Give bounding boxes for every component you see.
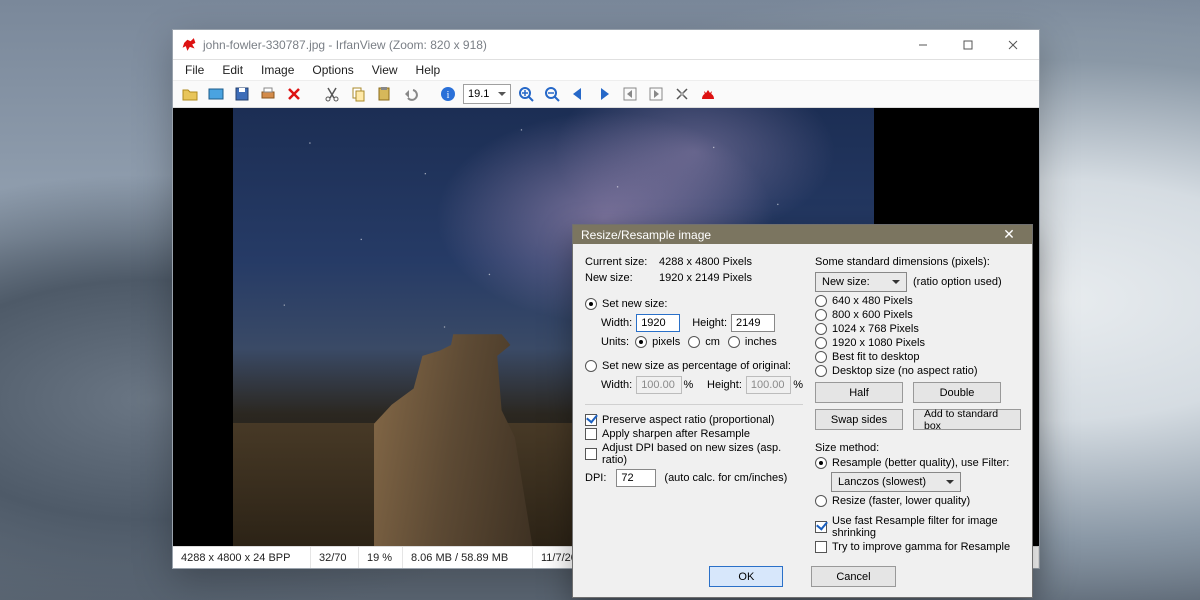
set-percentage-radio[interactable]: Set new size as percentage of original: [585,360,803,372]
ok-button[interactable]: OK [709,566,783,587]
dpi-hint: (auto calc. for cm/inches) [664,472,787,484]
status-memory: 8.06 MB / 58.89 MB [403,547,533,568]
toolbar: i 19.1 [173,80,1039,108]
window-title: john-fowler-330787.jpg - IrfanView (Zoom… [203,38,900,52]
status-page: 32/70 [311,547,359,568]
menubar: File Edit Image Options View Help [173,60,1039,80]
height-input[interactable]: 2149 [731,314,775,332]
delete-icon[interactable] [283,83,305,105]
current-size-value: 4288 x 4800 Pixels [659,256,752,268]
adjust-dpi-check[interactable]: Adjust DPI based on new sizes (asp. rati… [585,442,803,466]
menu-view[interactable]: View [364,62,406,78]
cancel-button[interactable]: Cancel [811,566,895,587]
zoom-out-icon[interactable] [541,83,563,105]
ratio-hint: (ratio option used) [913,276,1002,288]
copy-icon[interactable] [347,83,369,105]
menu-options[interactable]: Options [304,62,361,78]
fast-filter-check[interactable]: Use fast Resample filter for image shrin… [815,515,1021,539]
undo-icon[interactable] [399,83,421,105]
dpi-input[interactable]: 72 [616,469,656,487]
filter-select[interactable]: Lanczos (slowest) [831,472,961,492]
std-640-radio[interactable]: 640 x 480 Pixels [815,295,1021,307]
height-label: Height: [692,317,727,329]
irfanview-cat-icon[interactable] [697,83,719,105]
irfanview-icon [181,37,197,53]
menu-edit[interactable]: Edit [214,62,251,78]
zoom-select[interactable]: 19.1 [463,84,511,104]
width-input[interactable]: 1920 [636,314,680,332]
resample-radio[interactable]: Resample (better quality), use Filter: [815,457,1021,469]
paste-icon[interactable] [373,83,395,105]
units-label: Units: [601,336,629,348]
set-new-size-radio[interactable]: Set new size: [585,298,803,310]
first-icon[interactable] [619,83,641,105]
units-pixels-radio[interactable] [635,336,647,348]
preserve-aspect-check[interactable]: Preserve aspect ratio (proportional) [585,414,803,426]
thumbnails-icon[interactable] [205,83,227,105]
std-bestfit-radio[interactable]: Best fit to desktop [815,351,1021,363]
print-icon[interactable] [257,83,279,105]
zoom-in-icon[interactable] [515,83,537,105]
dialog-titlebar[interactable]: Resize/Resample image ✕ [573,225,1032,244]
improve-gamma-check[interactable]: Try to improve gamma for Resample [815,541,1021,553]
settings-icon[interactable] [671,83,693,105]
units-cm-radio[interactable] [688,336,700,348]
last-icon[interactable] [645,83,667,105]
maximize-button[interactable] [945,30,990,59]
size-method-label: Size method: [815,442,879,454]
cut-icon[interactable] [321,83,343,105]
pct-height-input[interactable]: 100.00 [746,376,791,394]
new-size-label: New size: [585,272,659,284]
close-button[interactable] [990,30,1035,59]
std-1024-radio[interactable]: 1024 x 768 Pixels [815,323,1021,335]
add-std-button[interactable]: Add to standard box [913,409,1021,430]
dpi-label: DPI: [585,472,606,484]
swap-sides-button[interactable]: Swap sides [815,409,903,430]
double-button[interactable]: Double [913,382,1001,403]
menu-image[interactable]: Image [253,62,302,78]
pct-width-input[interactable]: 100.00 [636,376,681,394]
info-icon[interactable]: i [437,83,459,105]
std-dimensions-label: Some standard dimensions (pixels): [815,256,990,268]
dialog-close-button[interactable]: ✕ [994,226,1024,243]
next-icon[interactable] [593,83,615,105]
menu-file[interactable]: File [177,62,212,78]
status-zoom: 19 % [359,547,403,568]
dialog-title: Resize/Resample image [581,228,994,242]
resize-radio[interactable]: Resize (faster, lower quality) [815,495,1021,507]
half-button[interactable]: Half [815,382,903,403]
width-label: Width: [601,317,632,329]
new-size-value: 1920 x 2149 Pixels [659,272,752,284]
minimize-button[interactable] [900,30,945,59]
menu-help[interactable]: Help [408,62,449,78]
std-800-radio[interactable]: 800 x 600 Pixels [815,309,1021,321]
svg-text:i: i [447,90,450,101]
status-dimensions: 4288 x 4800 x 24 BPP [173,547,311,568]
prev-icon[interactable] [567,83,589,105]
save-icon[interactable] [231,83,253,105]
open-icon[interactable] [179,83,201,105]
sharpen-check[interactable]: Apply sharpen after Resample [585,428,803,440]
std-newsize-select[interactable]: New size: [815,272,907,292]
units-inches-radio[interactable] [728,336,740,348]
current-size-label: Current size: [585,256,659,268]
resize-dialog: Resize/Resample image ✕ Current size:428… [572,224,1033,598]
std-desktop-radio[interactable]: Desktop size (no aspect ratio) [815,365,1021,377]
std-1920-radio[interactable]: 1920 x 1080 Pixels [815,337,1021,349]
titlebar[interactable]: john-fowler-330787.jpg - IrfanView (Zoom… [173,30,1039,60]
